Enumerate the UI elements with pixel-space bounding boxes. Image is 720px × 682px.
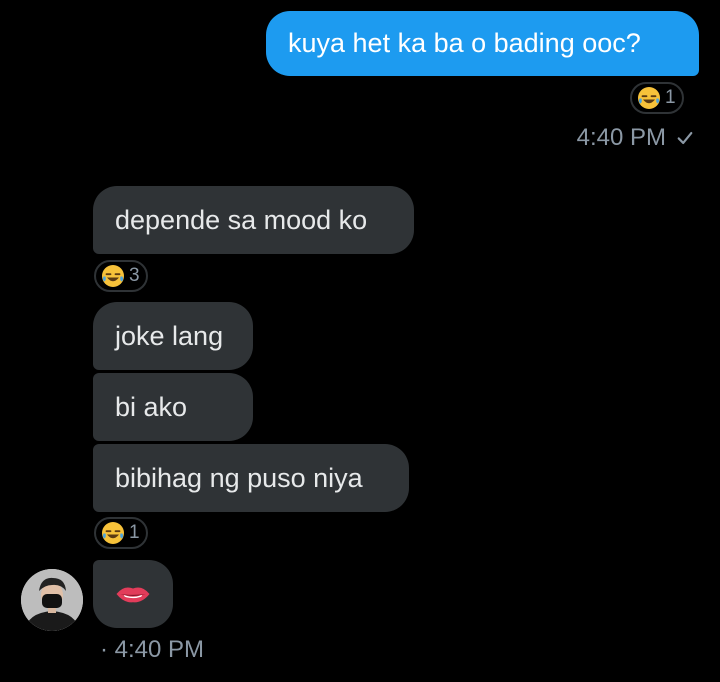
timestamp: 4:40 PM <box>576 124 666 151</box>
message-text: bi ako <box>115 391 188 422</box>
face-with-tears-of-joy-icon <box>101 264 125 288</box>
face-with-tears-of-joy-icon <box>637 86 661 110</box>
message-meta: · 4:40 PM <box>100 636 204 664</box>
incoming-message-bubble[interactable] <box>93 560 173 628</box>
reaction-count: 3 <box>129 265 140 286</box>
outgoing-message-bubble[interactable]: kuya het ka ba o bading ooc? <box>266 11 699 76</box>
reaction-badge[interactable]: 3 <box>94 260 148 292</box>
incoming-message-bubble[interactable]: joke lang <box>93 302 253 370</box>
incoming-message-bubble[interactable]: depende sa mood ko <box>93 186 414 254</box>
avatar[interactable] <box>21 569 83 631</box>
message-meta: 4:40 PM <box>577 124 694 152</box>
checkmark-icon <box>676 129 694 147</box>
reaction-count: 1 <box>665 87 676 108</box>
incoming-message-bubble[interactable]: bi ako <box>93 373 253 441</box>
message-text: depende sa mood ko <box>115 204 368 235</box>
message-text: kuya het ka ba o bading ooc? <box>288 28 641 58</box>
face-with-tears-of-joy-icon <box>101 521 125 545</box>
reaction-badge[interactable]: 1 <box>94 517 148 549</box>
timestamp: · 4:40 PM <box>100 636 205 663</box>
message-text: joke lang <box>115 320 224 351</box>
reaction-badge[interactable]: 1 <box>630 82 684 114</box>
lips-icon <box>114 583 152 605</box>
reaction-count: 1 <box>129 522 140 543</box>
incoming-message-bubble[interactable]: bibihag ng puso niya <box>93 444 409 512</box>
message-text: bibihag ng puso niya <box>115 462 363 493</box>
